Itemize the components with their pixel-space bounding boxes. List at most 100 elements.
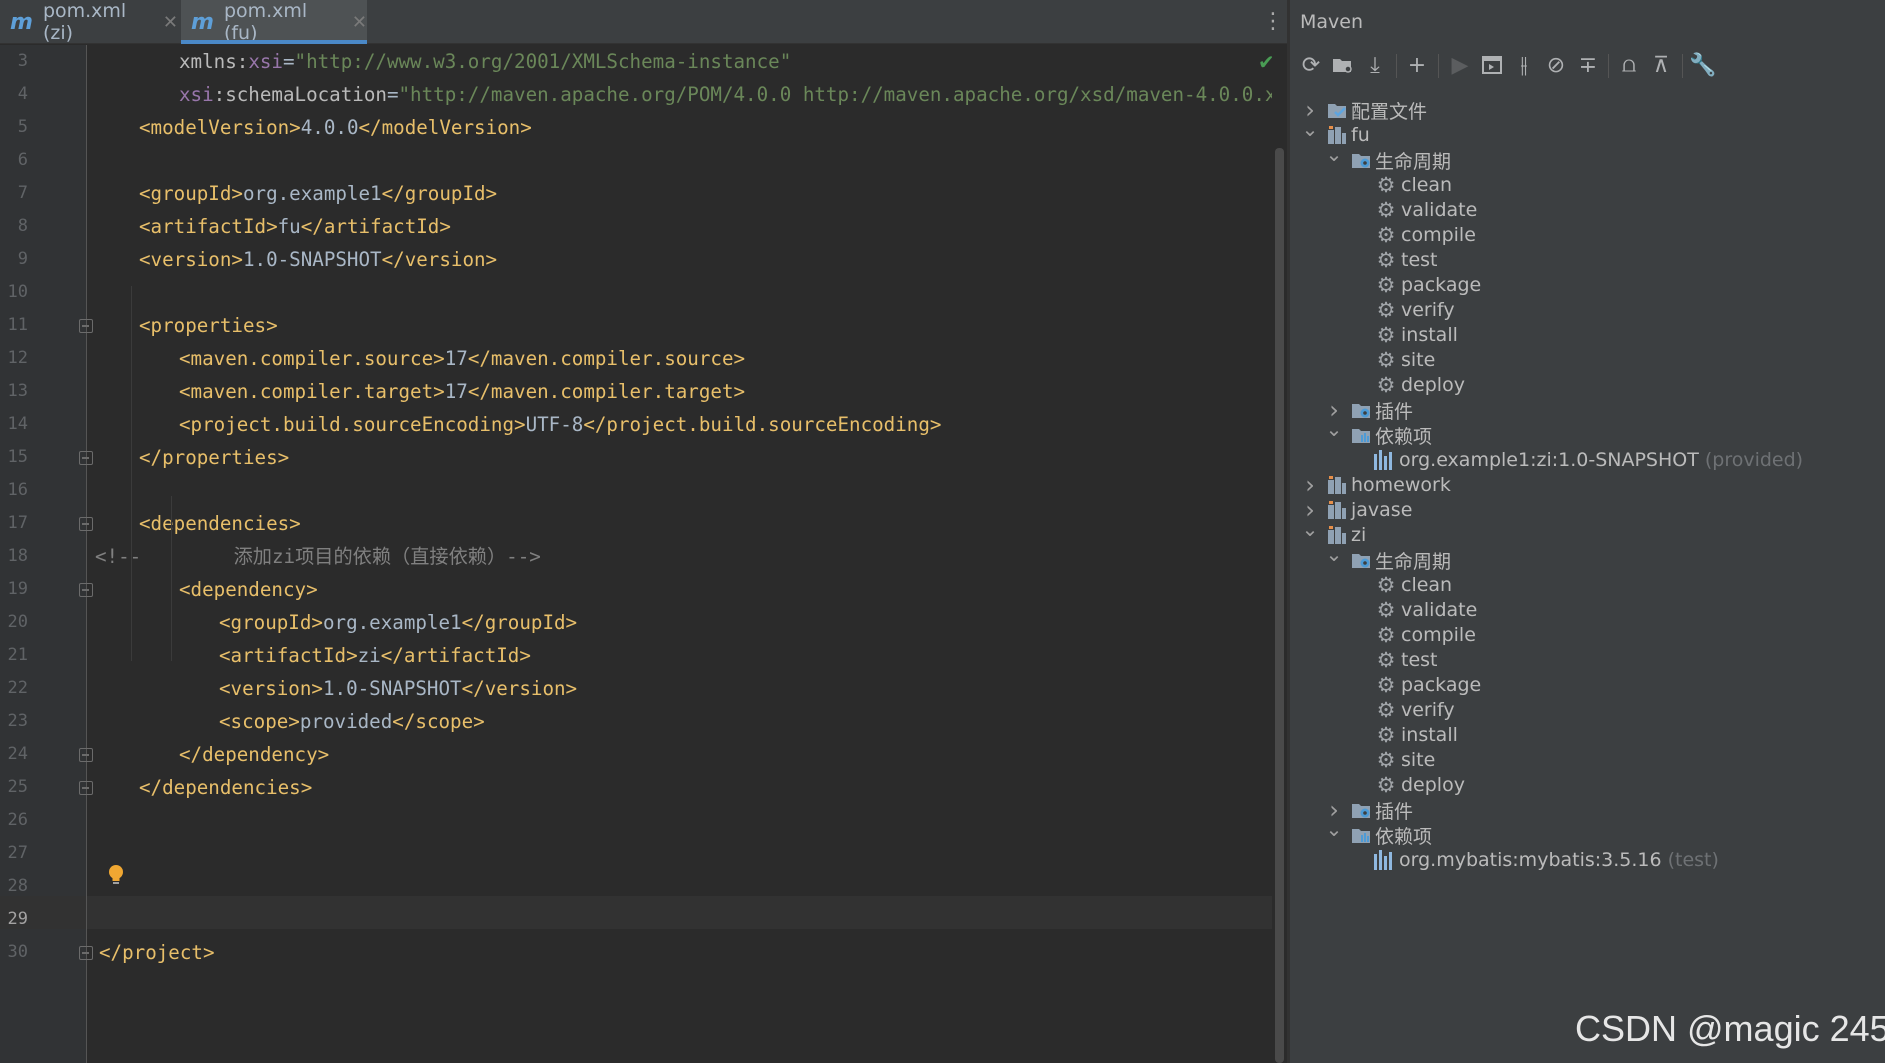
- code-token: </maven.compiler.source>: [467, 347, 746, 370]
- module-icon: [1326, 499, 1348, 521]
- code-token: <properties>: [139, 314, 278, 337]
- tree-item-label: test: [1401, 649, 1438, 671]
- more-options-icon[interactable]: ⋮: [1262, 10, 1284, 34]
- toolbar-separator: [1438, 54, 1439, 78]
- code-token: <dependencies>: [139, 512, 301, 535]
- download-icon[interactable]: ⤓: [1360, 50, 1390, 80]
- line-number: 3: [17, 51, 28, 71]
- code-token: </version>: [381, 248, 498, 271]
- maven-tree-item[interactable]: org.mybatis:mybatis:3.5.16 (test): [1374, 845, 1719, 875]
- chevron-down-icon[interactable]: ⌄: [1325, 539, 1343, 569]
- show-dependencies-icon[interactable]: ⩍: [1614, 50, 1644, 80]
- line-number: 12: [7, 348, 28, 368]
- add-icon[interactable]: +: [1402, 50, 1432, 80]
- tree-item-label: clean: [1401, 574, 1453, 596]
- toolbar-separator: [1608, 54, 1609, 78]
- code-line[interactable]: <groupId>org.example1</groupId>: [139, 177, 497, 210]
- code-line[interactable]: <version>1.0-SNAPSHOT</version>: [219, 672, 577, 705]
- gear-icon: ⚙: [1376, 173, 1396, 197]
- code-token: <scope>: [219, 710, 300, 733]
- tree-item-label: zi: [1351, 524, 1367, 546]
- code-token: </project.build.sourceEncoding>: [583, 413, 942, 436]
- chevron-down-icon[interactable]: ⌄: [1301, 514, 1319, 544]
- tree-item-label: clean: [1401, 174, 1453, 196]
- chevron-down-icon[interactable]: ⌄: [1325, 139, 1343, 169]
- code-line[interactable]: <groupId>org.example1</groupId>: [219, 606, 577, 639]
- code-line[interactable]: <artifactId>fu</artifactId>: [139, 210, 451, 243]
- code-line[interactable]: <version>1.0-SNAPSHOT</version>: [139, 243, 497, 276]
- dependency-scope: (provided): [1704, 449, 1804, 471]
- code-token: </scope>: [392, 710, 485, 733]
- code-line[interactable]: <artifactId>zi</artifactId>: [219, 639, 531, 672]
- close-icon[interactable]: ✕: [163, 12, 178, 33]
- code-token: provided: [299, 710, 393, 733]
- code-token: xsi: [248, 50, 283, 73]
- line-number: 25: [7, 777, 28, 797]
- code-line[interactable]: xsi:schemaLocation="http://maven.apache.…: [179, 78, 1272, 111]
- code-token: =: [386, 83, 399, 106]
- library-icon: [1374, 850, 1394, 870]
- code-token: 1.0-SNAPSHOT: [322, 677, 462, 700]
- tree-item-label: test: [1401, 249, 1438, 271]
- generate-sources-icon[interactable]: [1328, 50, 1358, 80]
- tree-item-label: install: [1401, 724, 1458, 746]
- reload-icon[interactable]: ⟳: [1296, 50, 1326, 80]
- code-line[interactable]: <dependencies>: [139, 507, 301, 540]
- code-line[interactable]: </dependencies>: [139, 771, 312, 804]
- code-line[interactable]: <properties>: [139, 309, 278, 342]
- code-editor[interactable]: xmlns:xsi="http://www.w3.org/2001/XMLSch…: [87, 45, 1272, 1063]
- gear-icon: ⚙: [1376, 298, 1396, 322]
- code-token: 4.0.0: [300, 116, 359, 139]
- code-token: <modelVersion>: [139, 116, 301, 139]
- tab-pom-zi[interactable]: m pom.xml (zi) ✕: [0, 0, 178, 44]
- line-number: 30: [7, 942, 28, 962]
- code-line[interactable]: </dependency>: [179, 738, 329, 771]
- run-icon[interactable]: ▶: [1445, 50, 1475, 80]
- code-line[interactable]: <scope>provided</scope>: [219, 705, 485, 738]
- code-token: <version>: [219, 677, 323, 700]
- code-line[interactable]: <maven.compiler.target>17</maven.compile…: [179, 375, 745, 408]
- collapse-all-icon[interactable]: ∓: [1573, 50, 1603, 80]
- code-line[interactable]: <dependency>: [179, 573, 318, 606]
- code-line[interactable]: xmlns:xsi="http://www.w3.org/2001/XMLSch…: [179, 45, 791, 78]
- toolbar-separator: [1396, 54, 1397, 78]
- toggle-offline-icon[interactable]: ⫲: [1509, 50, 1539, 80]
- execute-goal-icon[interactable]: [1477, 50, 1507, 80]
- lightbulb-icon[interactable]: [107, 863, 125, 887]
- line-number: 18: [7, 546, 28, 566]
- chevron-down-icon[interactable]: ⌄: [1325, 414, 1343, 444]
- editor-tab-bar: m pom.xml (zi) ✕ m pom.xml (fu) ✕ ⋮: [0, 0, 1287, 44]
- editor-pane: m pom.xml (zi) ✕ m pom.xml (fu) ✕ ⋮ 3 4 5 6…: [0, 0, 1287, 1063]
- code-line[interactable]: <modelVersion>4.0.0</modelVersion>: [139, 111, 532, 144]
- close-icon[interactable]: ✕: [352, 12, 367, 33]
- code-line[interactable]: <!-- 添加zi项目的依赖（直接依赖）-->: [95, 540, 541, 573]
- code-token: </version>: [461, 677, 578, 700]
- gear-icon: ⚙: [1376, 223, 1396, 247]
- code-line[interactable]: </project>: [99, 936, 215, 969]
- gear-icon: ⚙: [1376, 723, 1396, 747]
- code-line[interactable]: <maven.compiler.source>17</maven.compile…: [179, 342, 745, 375]
- chevron-down-icon[interactable]: ⌄: [1325, 814, 1343, 844]
- line-number: 16: [7, 480, 28, 500]
- maven-tool-window: Maven ⟳ ⤓ + ▶ ⫲ ⊘ ∓ ⩍ ⊼ 🔧 › 配置文件 ⌄ fu ⌄ 生命周期 ⚙…: [1290, 0, 1885, 1063]
- indent-guide: [171, 496, 172, 661]
- expand-icon[interactable]: ⊼: [1646, 50, 1676, 80]
- line-number: 15: [7, 447, 28, 467]
- code-token: "http://www.w3.org/2001/XMLSchema-instan…: [294, 50, 792, 73]
- code-line[interactable]: </properties>: [139, 441, 289, 474]
- code-token: <groupId>: [219, 611, 323, 634]
- settings-wrench-icon[interactable]: 🔧: [1688, 50, 1718, 80]
- active-tab-indicator: [181, 40, 367, 44]
- code-token: <artifactId>: [139, 215, 278, 238]
- indent-guide: [131, 441, 132, 661]
- skip-tests-icon[interactable]: ⊘: [1541, 50, 1571, 80]
- tree-item-label: verify: [1401, 299, 1455, 321]
- library-icon: [1374, 450, 1394, 470]
- code-line[interactable]: <project.build.sourceEncoding>UTF-8</pro…: [179, 408, 941, 441]
- dependency-scope: (test): [1667, 849, 1719, 871]
- chevron-down-icon[interactable]: ⌄: [1301, 114, 1319, 144]
- tab-pom-fu[interactable]: m pom.xml (fu) ✕: [181, 0, 367, 44]
- editor-scrollbar-thumb[interactable]: [1275, 148, 1284, 1063]
- lifecycle-icon: [1350, 149, 1372, 171]
- line-number: 4: [17, 84, 28, 104]
